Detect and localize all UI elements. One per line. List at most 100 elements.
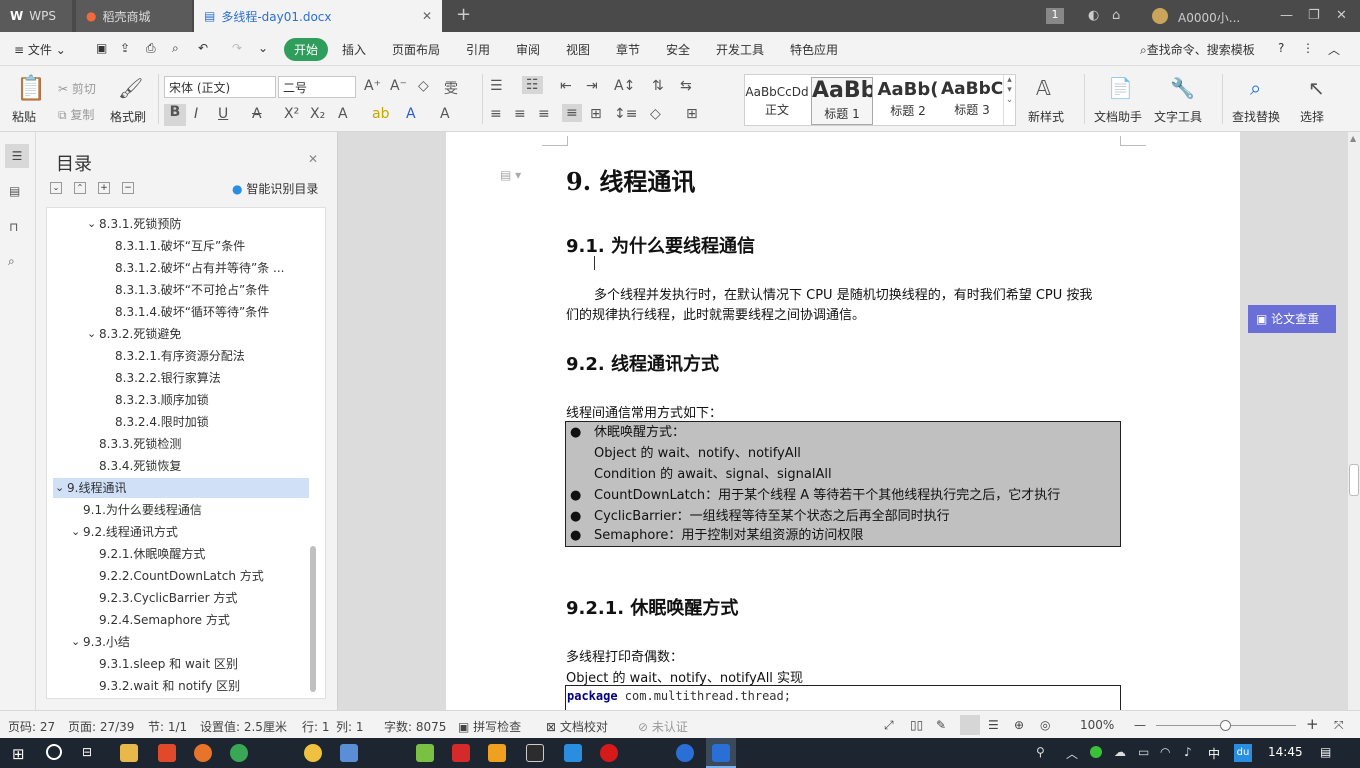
toc-item[interactable]: 9.2.1.休眠唤醒方式 <box>53 544 309 564</box>
scroll-thumb[interactable] <box>1349 464 1359 496</box>
app-icon[interactable] <box>452 744 470 762</box>
new-tab-icon[interactable]: + <box>456 4 471 25</box>
phonetic-icon[interactable]: 雯 <box>444 78 458 98</box>
fullscreen-icon[interactable]: ⤢ <box>884 718 894 733</box>
tab-chapter[interactable]: 章节 <box>616 41 640 58</box>
toc-item[interactable]: 9.2.2.CountDownLatch 方式 <box>53 566 309 586</box>
spell-check-button[interactable]: ▣ 拼写检查 <box>458 718 521 735</box>
tab-references[interactable]: 引用 <box>466 41 490 58</box>
style-heading-2[interactable]: AaBb(标题 2 <box>877 79 939 127</box>
clock[interactable]: 14:45 <box>1268 745 1303 759</box>
user-name[interactable]: A0000小... <box>1178 9 1240 26</box>
close-window-icon[interactable]: ✕ <box>1336 8 1347 23</box>
smart-toc-button[interactable]: ● 智能识别目录 <box>232 180 318 197</box>
tab-view[interactable]: 视图 <box>566 41 590 58</box>
read-mode-icon[interactable]: ▯▯ <box>910 718 923 732</box>
bullets-icon[interactable]: ☰ <box>490 78 503 94</box>
paste-button[interactable]: 粘贴 <box>12 108 36 125</box>
undo-icon[interactable]: ↶ <box>198 41 208 55</box>
outdent-icon[interactable]: ⇤ <box>560 78 572 94</box>
toc-nav-icon[interactable]: ☰ <box>5 144 29 168</box>
collapse-ribbon-icon[interactable]: ︿ <box>1328 41 1340 58</box>
export-icon[interactable]: ⇪ <box>120 41 130 55</box>
tab-developer[interactable]: 开发工具 <box>716 41 764 58</box>
eye-protect-icon[interactable]: ◎ <box>1040 718 1050 732</box>
borders-icon[interactable]: ⊞ <box>686 106 698 122</box>
paragraph-menu-icon[interactable]: ▤ ▾ <box>500 168 521 182</box>
shading-icon[interactable]: ◇ <box>650 106 661 122</box>
toc-item[interactable]: 8.3.1.4.破坏“循环等待”条件 <box>53 302 309 322</box>
toc-item[interactable]: 8.3.2.1.有序资源分配法 <box>53 346 309 366</box>
bookmark-icon[interactable]: ⊓ <box>9 220 18 234</box>
char-shading-icon[interactable]: A <box>440 106 450 122</box>
page-count[interactable]: 页面: 27/39 <box>68 718 134 735</box>
window-count-badge[interactable]: 1 <box>1046 8 1064 24</box>
toc-item[interactable]: 9.3.2.wait 和 notify 区别 <box>53 676 309 696</box>
distribute-icon[interactable]: ⊞ <box>590 106 602 122</box>
network-icon[interactable]: ▭ <box>1138 745 1149 759</box>
underline-icon[interactable]: U <box>218 106 228 122</box>
windows-start-icon[interactable]: ⊞ <box>12 745 25 763</box>
italic-icon[interactable]: I <box>194 106 198 122</box>
align-left-icon[interactable]: ≡ <box>490 106 502 122</box>
remove-heading-icon[interactable]: − <box>122 182 134 194</box>
text-effect-icon[interactable]: A <box>338 106 348 122</box>
cert-status[interactable]: ⊘ 未认证 <box>638 718 688 735</box>
zoom-in-icon[interactable]: + <box>1306 715 1319 733</box>
tray-expand-icon[interactable]: ︿ <box>1066 745 1078 762</box>
shrink-font-icon[interactable]: A⁻ <box>390 78 407 94</box>
style-heading-1[interactable]: AaBb 标题 1 <box>811 77 873 125</box>
app-icon[interactable] <box>676 744 694 762</box>
expand-arrow-icon[interactable]: ⌄ <box>55 478 64 498</box>
text-direction-icon[interactable]: A↕ <box>614 78 635 94</box>
tab-layout[interactable]: 页面布局 <box>392 41 440 58</box>
copy-button[interactable]: ⧉ 复制 <box>58 106 94 123</box>
save-icon[interactable]: ▣ <box>96 41 107 55</box>
tab-docer-store[interactable]: ● 稻壳商城 <box>76 0 192 32</box>
subscript-icon[interactable]: X₂ <box>310 106 325 122</box>
font-size-select[interactable]: 二号 <box>278 76 356 98</box>
notification-icon[interactable]: ▤ <box>1320 745 1331 759</box>
page-number[interactable]: 页码: 27 <box>8 718 55 735</box>
toc-item[interactable]: 9.2.4.Semaphore 方式 <box>53 610 309 630</box>
help-icon[interactable]: ? <box>1278 41 1284 55</box>
cloud-icon[interactable]: ☁ <box>1114 745 1126 759</box>
toc-item[interactable]: 8.3.2.4.限时加锁 <box>53 412 309 432</box>
clipboard-icon[interactable]: 📋 <box>16 74 46 102</box>
style-heading-3[interactable]: AaBbC 标题 3 <box>941 79 1003 127</box>
wps-red-icon[interactable] <box>158 744 176 762</box>
format-painter-button[interactable]: 格式刷 <box>110 108 146 125</box>
command-search[interactable]: ⌕查找命令、搜索模板 <box>1140 41 1255 58</box>
show-marks-icon[interactable]: ⇆ <box>680 78 692 94</box>
preview-icon[interactable]: ⌕ <box>172 41 179 56</box>
toc-item[interactable]: ⌄ 9.3.小结 <box>53 632 309 652</box>
align-center-icon[interactable]: ≡ <box>514 106 526 122</box>
indent-icon[interactable]: ⇥ <box>586 78 598 94</box>
toc-item[interactable]: 8.3.4.死锁恢复 <box>53 456 309 476</box>
volume-icon[interactable]: ♪ <box>1184 745 1192 759</box>
web-view-icon[interactable]: ⊕ <box>1014 718 1024 732</box>
tab-insert[interactable]: 插入 <box>342 41 366 58</box>
sort-icon[interactable]: ⇅ <box>652 78 664 94</box>
expand-up-icon[interactable]: ⌃ <box>74 182 86 194</box>
select-button[interactable]: 选择 <box>1300 108 1324 125</box>
vertical-scrollbar[interactable]: ▲ <box>1348 132 1360 710</box>
toc-item[interactable]: 9.3.1.sleep 和 wait 区别 <box>53 654 309 674</box>
justify-icon[interactable]: ≡ <box>562 104 582 122</box>
toc-item[interactable]: 9.1.为什么要线程通信 <box>53 500 309 520</box>
grow-font-icon[interactable]: A⁺ <box>364 78 381 94</box>
tab-security[interactable]: 安全 <box>666 41 690 58</box>
app-icon[interactable] <box>304 744 322 762</box>
strikethrough-icon[interactable]: A <box>252 106 262 122</box>
clear-format-icon[interactable]: ◇ <box>418 78 429 94</box>
scroll-up-icon[interactable]: ▲ <box>1350 134 1356 143</box>
tab-features[interactable]: 特色应用 <box>790 41 838 58</box>
wps-writer-taskbar-button[interactable] <box>706 738 736 768</box>
app-icon[interactable] <box>600 744 618 762</box>
explorer-icon[interactable] <box>120 744 138 762</box>
search-taskbar-icon[interactable] <box>46 744 62 760</box>
collapse-all-icon[interactable]: ⌄ <box>50 182 62 194</box>
cut-button[interactable]: ✂ 剪切 <box>58 80 96 97</box>
find-replace-button[interactable]: 查找替换 <box>1232 108 1280 125</box>
toc-item[interactable]: ⌄ 8.3.2.死锁避免 <box>53 324 309 344</box>
